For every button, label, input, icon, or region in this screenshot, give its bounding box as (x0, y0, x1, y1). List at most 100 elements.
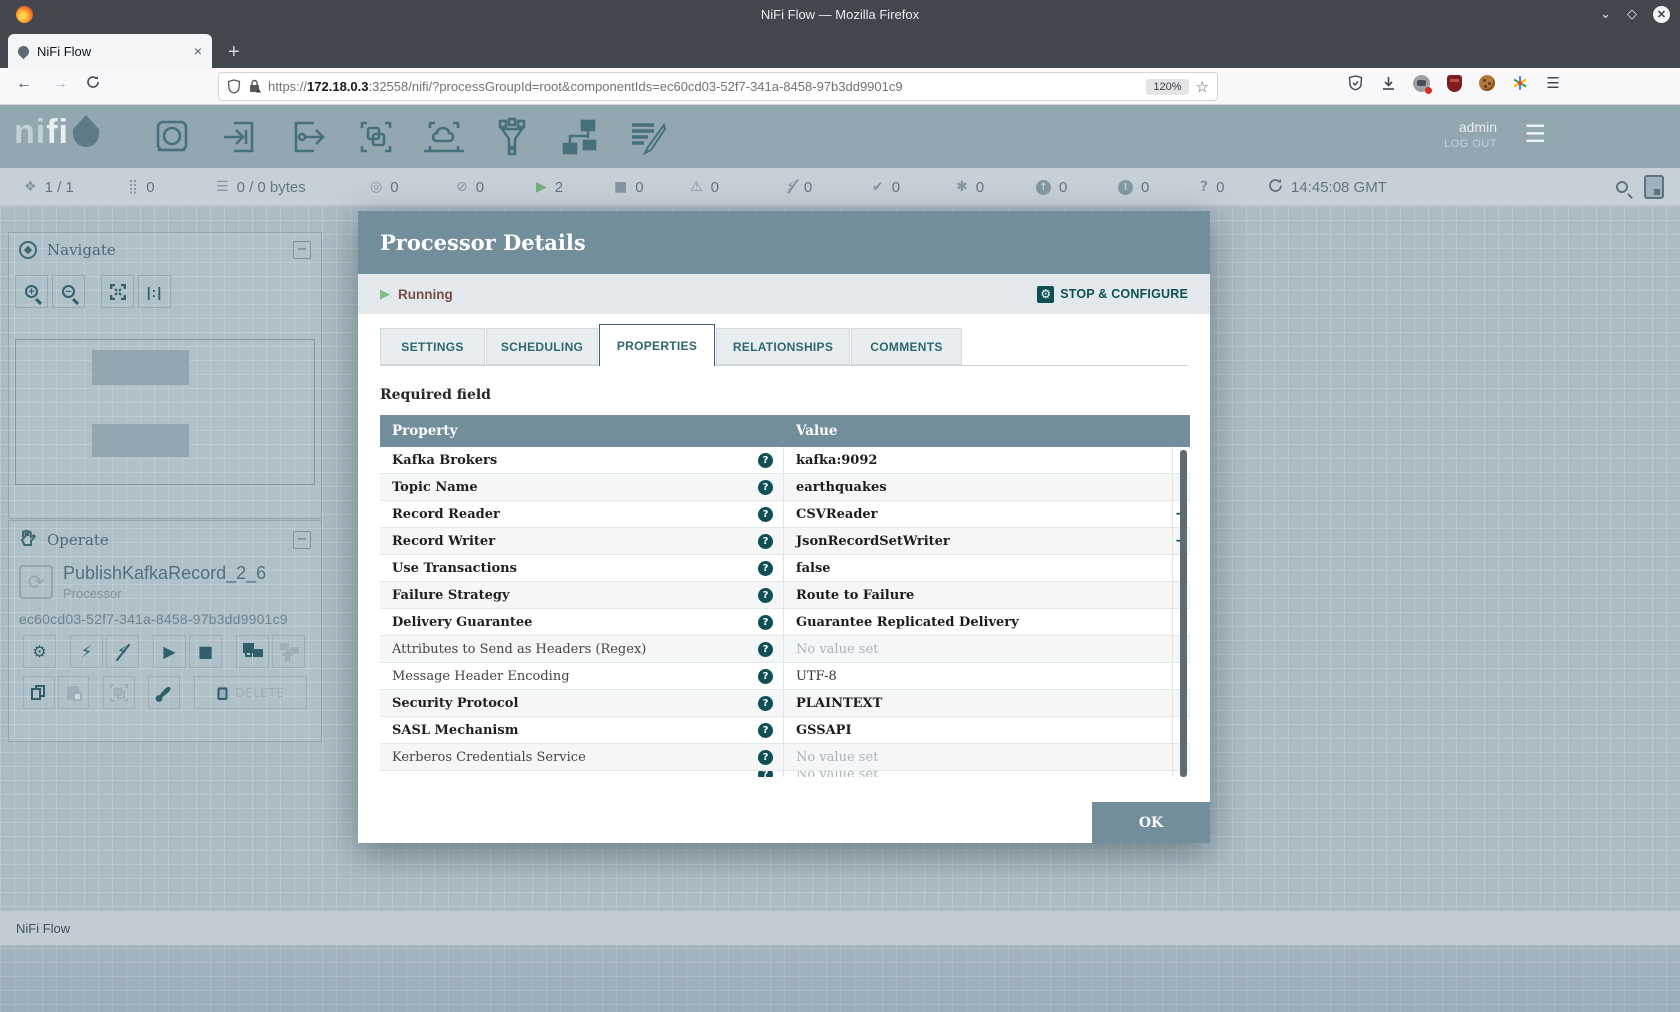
table-scrollbar[interactable] (1180, 450, 1187, 777)
color-button[interactable] (148, 676, 181, 709)
close-tab-icon[interactable]: × (194, 43, 202, 59)
collapse-operate-icon[interactable]: − (293, 531, 311, 549)
tab-relationships[interactable]: RELATIONSHIPS (716, 328, 850, 365)
enable-button[interactable]: ⚡ (70, 635, 103, 668)
template-component-icon[interactable] (558, 115, 602, 159)
help-icon[interactable]: ? (758, 695, 773, 711)
container-mask-icon[interactable] (1412, 74, 1432, 94)
required-field-note: Required field (380, 387, 491, 403)
zoom-level-badge[interactable]: 120% (1146, 78, 1189, 95)
navigate-panel: Navigate − + − |:| (8, 232, 322, 519)
last-refresh-time: 14:45:08 GMT (1291, 178, 1387, 196)
url-bar[interactable]: https://172.18.0.3:32558/nifi/?processGr… (218, 72, 1218, 101)
minimap-processor-1 (92, 350, 189, 385)
input-port-component-icon[interactable] (218, 115, 262, 159)
ublock-icon[interactable] (1445, 74, 1463, 92)
refresh-icon[interactable] (1268, 178, 1283, 197)
table-row: Kerberos Credentials Service? No value s… (380, 744, 1190, 771)
remote-process-group-component-icon[interactable] (422, 115, 466, 159)
component-toolbar (150, 115, 670, 159)
minimize-icon[interactable]: ⌄ (1600, 6, 1611, 22)
help-icon[interactable]: ? (758, 641, 773, 657)
lock-icon[interactable] (248, 79, 261, 94)
browser-menu-icon[interactable]: ☰ (1544, 74, 1562, 92)
help-icon[interactable]: ? (758, 722, 773, 738)
paste-button[interactable] (57, 676, 90, 709)
tab-settings[interactable]: SETTINGS (380, 328, 485, 365)
configure-button[interactable]: ⚙ (23, 635, 56, 668)
back-button[interactable]: ← (16, 75, 32, 93)
zoom-in-button[interactable]: + (15, 275, 48, 308)
maximize-icon[interactable]: ◇ (1627, 6, 1637, 22)
forward-button[interactable]: → (52, 75, 68, 93)
close-window-icon[interactable]: ✕ (1653, 5, 1670, 23)
table-row: Use Transactions? false (380, 555, 1190, 582)
zoom-actual-button[interactable]: |:| (138, 275, 171, 308)
reload-button[interactable] (86, 75, 100, 94)
column-property: Property (392, 423, 458, 439)
minimap-processor-2 (92, 424, 189, 457)
properties-table: Property Value Kafka Brokers? kafka:9092… (380, 415, 1190, 777)
bookmark-star-icon[interactable]: ☆ (1196, 78, 1209, 96)
funnel-component-icon[interactable] (490, 115, 534, 159)
dialog-status-row: ▶ Running ⚙ STOP & CONFIGURE (358, 274, 1210, 314)
side-panel-icon[interactable] (1644, 175, 1664, 199)
global-menu-icon[interactable]: ☰ (1524, 121, 1546, 149)
extension-asterisk-icon[interactable] (1511, 74, 1529, 92)
help-icon[interactable]: ? (758, 479, 773, 495)
breadcrumb-root[interactable]: NiFi Flow (16, 921, 70, 936)
browser-tab-nifi-flow[interactable]: NiFi Flow × (8, 34, 212, 68)
new-tab-button[interactable]: + (228, 42, 240, 62)
ok-button[interactable]: OK (1092, 802, 1210, 843)
copy-button[interactable] (23, 676, 55, 709)
cookie-icon[interactable] (1478, 74, 1496, 92)
table-row: Record Reader? CSVReader→ (380, 501, 1190, 528)
running-status-icon: ▶ (380, 286, 390, 302)
hand-icon (19, 529, 37, 551)
stop-button[interactable]: ■ (189, 635, 222, 668)
label-component-icon[interactable] (626, 115, 670, 159)
logout-link[interactable]: LOG OUT (1444, 138, 1497, 150)
url-text[interactable]: https://172.18.0.3:32558/nifi/?processGr… (268, 79, 1139, 94)
running-status-label: Running (398, 286, 453, 302)
nifi-drop-icon (73, 115, 99, 147)
stop-configure-button[interactable]: ⚙ STOP & CONFIGURE (1037, 285, 1188, 303)
zoom-fit-button[interactable] (101, 275, 134, 308)
browser-navbar: ← → https://172.18.0.3:32558/nifi/?proce… (0, 68, 1680, 105)
zoom-out-button[interactable]: − (52, 275, 85, 308)
tab-comments[interactable]: COMMENTS (851, 328, 962, 365)
upload-template-button[interactable] (272, 635, 305, 668)
output-port-component-icon[interactable] (286, 115, 330, 159)
not-transmitting-icon: ⊘ (456, 179, 468, 195)
help-icon[interactable]: ? (758, 452, 773, 468)
shield-icon[interactable] (227, 79, 241, 94)
help-icon[interactable]: ? (758, 587, 773, 603)
process-group-component-icon[interactable] (354, 115, 398, 159)
user-area: admin LOG OUT (1444, 119, 1497, 150)
tab-properties[interactable]: PROPERTIES (599, 324, 715, 366)
save-template-button[interactable] (236, 635, 269, 668)
processor-component-icon[interactable] (150, 115, 194, 159)
help-icon[interactable]: ? (758, 668, 773, 684)
shield-check-icon[interactable] (1346, 74, 1364, 92)
disable-button[interactable]: ⚡ (106, 635, 139, 668)
download-icon[interactable] (1379, 74, 1397, 92)
stale-icon: ↑ (1036, 179, 1051, 195)
tab-scheduling[interactable]: SCHEDULING (486, 328, 598, 365)
help-icon[interactable]: ? (758, 533, 773, 549)
delete-button[interactable]: DELETE (193, 676, 307, 709)
invalid-icon: ⚠ (690, 179, 703, 195)
username: admin (1458, 119, 1497, 135)
search-icon[interactable] (1616, 181, 1628, 193)
tab-title: NiFi Flow (37, 43, 92, 59)
birdseye-minimap[interactable] (15, 339, 315, 485)
group-button[interactable] (103, 676, 135, 709)
help-icon[interactable]: ? (758, 506, 773, 522)
start-button[interactable]: ▶ (153, 635, 186, 668)
help-icon[interactable]: ? (758, 614, 773, 630)
help-icon[interactable]: ? (758, 749, 773, 765)
dialog-title: Processor Details (380, 230, 586, 255)
breadcrumb: NiFi Flow (0, 910, 1680, 945)
collapse-navigate-icon[interactable]: − (293, 241, 311, 259)
help-icon[interactable]: ? (758, 560, 773, 576)
